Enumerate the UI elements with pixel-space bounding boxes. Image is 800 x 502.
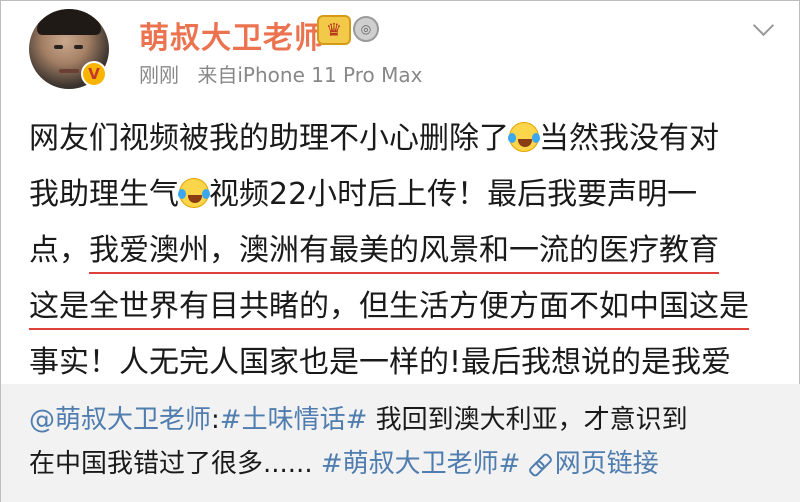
avatar-hair [37,9,101,35]
laugh-cry-emoji [178,178,210,208]
avatar-mouth [59,69,79,73]
text-segment: 我助理生气 [29,177,179,212]
laugh-cry-emoji [508,122,540,152]
link-text[interactable]: #土味情话# [220,405,368,435]
weibo-post-card: V 萌叔大卫老师 ♛ ◎ 刚刚 来自iPhone 11 Pro Max 网友们视… [0,0,800,502]
text-line: 这是全世界有目共睹的，但生活方便方面不如中国这是 [29,279,779,335]
repost-panel[interactable]: @萌叔大卫老师:#土味情话# 我回到澳大利亚，才意识到 在中国我错过了很多....… [1,384,800,502]
text-line: 在中国我错过了很多...... #萌叔大卫老师# 网页链接 [29,442,779,486]
text-line: 点，我爱澳州，澳洲有最美的风景和一流的医疗教育 [29,223,779,279]
text-segment [520,449,528,479]
link-text[interactable]: #萌叔大卫老师# [321,449,521,479]
link-text[interactable]: 网页链接 [555,449,659,479]
crown-medal-icon[interactable]: ♛ [317,15,351,45]
text-line: 我助理生气 视频22小时后上传！最后我要声明一 [29,167,779,223]
verified-v-icon: V [81,61,107,87]
link-icon[interactable] [529,453,551,475]
repost-text: @萌叔大卫老师:#土味情话# 我回到澳大利亚，才意识到 在中国我错过了很多....… [29,398,779,486]
text-segment: 我回到澳大利亚，才意识到 [367,405,688,435]
text-segment: 在中国我错过了很多...... [29,449,321,479]
text-segment: 我爱澳州，澳洲有最美的风景和一流的医疗教育 [89,233,719,274]
text-segment: 事实！人无完人国家也是一样的!最后我想说的是我爱 [29,345,732,386]
text-line: 事实！人无完人国家也是一样的!最后我想说的是我爱 [29,335,779,391]
post-meta: 刚刚 来自iPhone 11 Pro Max [139,59,434,88]
text-segment: 网友们视频被我的助理不小心删除了 [29,121,509,156]
chevron-down-icon[interactable] [749,15,777,43]
post-header: V 萌叔大卫老师 ♛ ◎ 刚刚 来自iPhone 11 Pro Max [1,1,800,101]
text-segment: 这是全世界有目共睹的，但生活方便方面不如中国这是 [29,289,749,330]
post-time: 刚刚 [139,63,179,87]
link-text[interactable]: @萌叔大卫老师 [29,405,211,435]
text-segment: 视频22小时后上传！最后我要声明一 [209,177,698,212]
text-segment: 点， [29,233,89,268]
text-line: 网友们视频被我的助理不小心删除了 当然我没有对 [29,111,779,167]
text-segment: 当然我没有对 [539,121,719,156]
post-source[interactable]: 来自iPhone 11 Pro Max [197,63,422,87]
author-name[interactable]: 萌叔大卫老师 [139,13,325,57]
text-line: @萌叔大卫老师:#土味情话# 我回到澳大利亚，才意识到 [29,398,779,442]
avatar-eye-left [54,45,63,49]
avatar-eye-right [74,45,83,49]
text-segment: : [211,405,220,435]
silver-medal-icon[interactable]: ◎ [353,16,379,42]
